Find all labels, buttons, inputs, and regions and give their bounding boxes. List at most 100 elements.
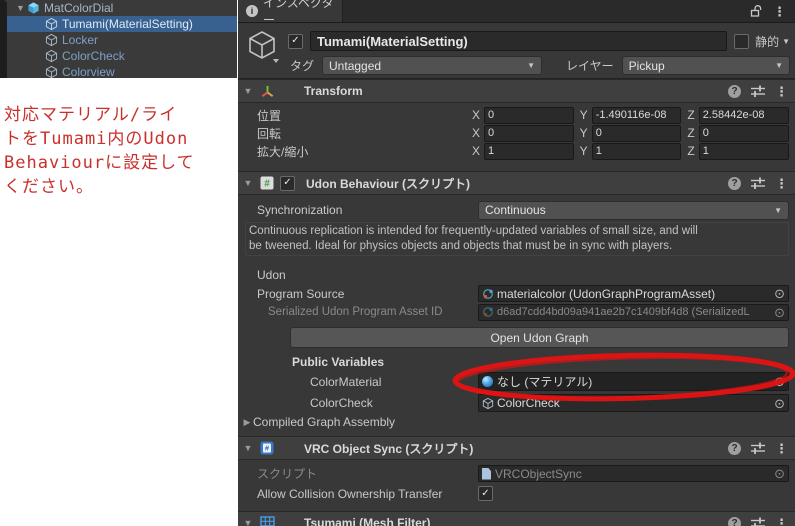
script-row: スクリプト VRCObjectSync ⊙ (238, 465, 789, 482)
object-picker-icon[interactable]: ⊙ (774, 397, 785, 410)
presets-icon[interactable] (751, 85, 765, 97)
object-picker-icon[interactable]: ⊙ (774, 375, 785, 388)
help-icon[interactable]: ? (728, 85, 741, 98)
object-picker-icon[interactable]: ⊙ (774, 467, 785, 480)
serialized-id-field: d6ad7cdd4bd09a941ae2b7c1409bf4d8 (Serial… (478, 304, 789, 321)
scale-z-input[interactable]: 1 (699, 143, 789, 160)
synchronization-label: Synchronization (257, 203, 478, 217)
menu-icon[interactable]: ⋮ (775, 442, 788, 455)
rotation-label: 回転 (257, 125, 472, 142)
foldout-open-icon[interactable]: ▼ (242, 518, 254, 526)
udon-behaviour-header[interactable]: ▼ # ✓ Udon Behaviour (スクリプト) ? (238, 171, 795, 195)
screenshot-root: ▼ MatColorDial Tumami(MaterialSetting) (0, 0, 795, 526)
mesh-filter-header[interactable]: ▼ Tsumami (Mesh Filter) ? (238, 511, 795, 526)
presets-icon[interactable] (751, 177, 765, 189)
script-field: VRCObjectSync ⊙ (478, 465, 789, 482)
rotation-x-input[interactable]: 0 (484, 125, 574, 142)
svg-text:#: # (264, 179, 270, 190)
tag-dropdown[interactable]: Untagged ▼ (322, 56, 542, 75)
allow-collision-checkbox[interactable]: ✓ (478, 486, 493, 501)
section-title: Udon Behaviour (スクリプト) (306, 175, 470, 192)
annotation-note: 対応マテリアル/ライ トをTumami内のUdon Behaviourに設定して… (4, 103, 195, 199)
udon-behaviour-section: ▼ # ✓ Udon Behaviour (スクリプト) ? (238, 171, 795, 436)
program-source-row: Program Source materialcolor (UdonGraphP… (238, 285, 789, 302)
gameobject-cube-icon (482, 397, 494, 410)
tag-label: タグ (290, 57, 314, 74)
presets-icon[interactable] (751, 517, 765, 526)
axis-x-label: X (472, 108, 480, 122)
object-picker-icon[interactable]: ⊙ (774, 287, 785, 300)
serialized-id-label: Serialized Udon Program Asset ID (257, 306, 478, 318)
hierarchy-item-label: MatColorDial (44, 1, 113, 15)
rotation-row: 回転 X0 Y0 Z0 (238, 125, 789, 141)
foldout-open-icon[interactable]: ▼ (242, 178, 254, 188)
position-x-input[interactable]: 0 (484, 107, 574, 124)
help-icon[interactable]: ? (728, 517, 741, 526)
serialized-id-value: d6ad7cdd4bd09a941ae2b7c1409bf4d8 (Serial… (497, 306, 750, 318)
hierarchy-item-tumami[interactable]: Tumami(MaterialSetting) (7, 16, 237, 32)
scale-y-input[interactable]: 1 (592, 143, 682, 160)
axis-y-label: Y (580, 144, 588, 158)
static-dropdown-icon[interactable]: ▼ (782, 37, 790, 46)
color-material-value: なし (マテリアル) (497, 373, 592, 390)
color-check-field[interactable]: ColorCheck ⊙ (478, 394, 789, 412)
help-icon[interactable]: ? (728, 442, 741, 455)
script-label: スクリプト (257, 465, 478, 482)
menu-icon[interactable]: ⋮ (775, 177, 788, 190)
dropdown-arrow-icon: ▼ (774, 206, 782, 215)
position-z-input[interactable]: 2.58442e-08 (699, 107, 789, 124)
lock-icon[interactable] (750, 4, 762, 18)
position-y-input[interactable]: -1.490116e-08 (592, 107, 682, 124)
foldout-open-icon[interactable]: ▼ (242, 86, 254, 96)
open-udon-graph-button[interactable]: Open Udon Graph (290, 327, 789, 348)
object-picker-icon[interactable]: ⊙ (774, 306, 785, 319)
hierarchy-item-matcolordial[interactable]: ▼ MatColorDial (7, 0, 237, 16)
gameobject-icon[interactable] (246, 29, 282, 67)
udon-group-label: Udon (238, 268, 795, 282)
compiled-graph-assembly-row[interactable]: ▶ Compiled Graph Assembly (238, 414, 795, 430)
foldout-closed-icon[interactable]: ▶ (241, 417, 253, 428)
mesh-filter-icon (259, 515, 275, 526)
section-title: Transform (304, 84, 363, 98)
vrc-script-icon: # (259, 440, 275, 456)
scale-x-input[interactable]: 1 (484, 143, 574, 160)
hierarchy-item-locker[interactable]: Locker (7, 32, 237, 48)
name-field[interactable]: Tumami(MaterialSetting) (310, 31, 727, 51)
color-material-field[interactable]: なし (マテリアル) ⊙ (478, 372, 789, 391)
color-material-row: ColorMaterial なし (マテリアル) ⊙ (238, 372, 789, 391)
inspector-panel: i インスペクター ⋮ (238, 0, 795, 526)
menu-icon[interactable]: ⋮ (775, 85, 788, 98)
hierarchy-item-colorcheck[interactable]: ColorCheck (7, 48, 237, 64)
tab-inspector[interactable]: i インスペクター (238, 0, 343, 22)
rotation-y-input[interactable]: 0 (592, 125, 682, 142)
layer-value: Pickup (629, 59, 665, 73)
mesh-filter-section: ▼ Tsumami (Mesh Filter) ? (238, 511, 795, 526)
component-enabled-checkbox[interactable]: ✓ (280, 176, 295, 191)
position-row: 位置 X0 Y-1.490116e-08 Z2.58442e-08 (238, 107, 789, 123)
color-check-row: ColorCheck ColorCheck ⊙ (238, 394, 789, 412)
transform-section: ▼ Transform ? (238, 79, 795, 171)
layer-dropdown[interactable]: Pickup ▼ (622, 56, 790, 75)
scale-row: 拡大/縮小 X1 Y1 Z1 (238, 143, 789, 159)
script-value: VRCObjectSync (495, 467, 582, 481)
static-checkbox[interactable] (734, 34, 749, 49)
menu-icon[interactable]: ⋮ (775, 517, 788, 526)
synchronization-dropdown[interactable]: Continuous ▼ (478, 201, 789, 220)
presets-icon[interactable] (751, 442, 765, 454)
layer-label: レイヤー (566, 57, 614, 74)
active-checkbox[interactable]: ✓ (288, 34, 303, 49)
help-icon[interactable]: ? (728, 177, 741, 190)
transform-icon (259, 83, 275, 99)
tag-value: Untagged (329, 59, 381, 73)
menu-icon[interactable]: ⋮ (773, 5, 786, 18)
vrc-object-sync-header[interactable]: ▼ # VRC Object Sync (スクリプト) ? (238, 436, 795, 460)
hierarchy-item-colorview[interactable]: Colorview (7, 64, 237, 78)
foldout-open-icon[interactable]: ▼ (242, 443, 254, 453)
allow-collision-row: Allow Collision Ownership Transfer ✓ (238, 485, 789, 502)
scale-label: 拡大/縮小 (257, 143, 472, 160)
transform-header[interactable]: ▼ Transform ? (238, 79, 795, 103)
foldout-open-icon[interactable]: ▼ (14, 3, 27, 13)
rotation-z-input[interactable]: 0 (699, 125, 789, 142)
program-source-field[interactable]: materialcolor (UdonGraphProgramAsset) ⊙ (478, 285, 789, 302)
axis-z-label: Z (687, 126, 694, 140)
